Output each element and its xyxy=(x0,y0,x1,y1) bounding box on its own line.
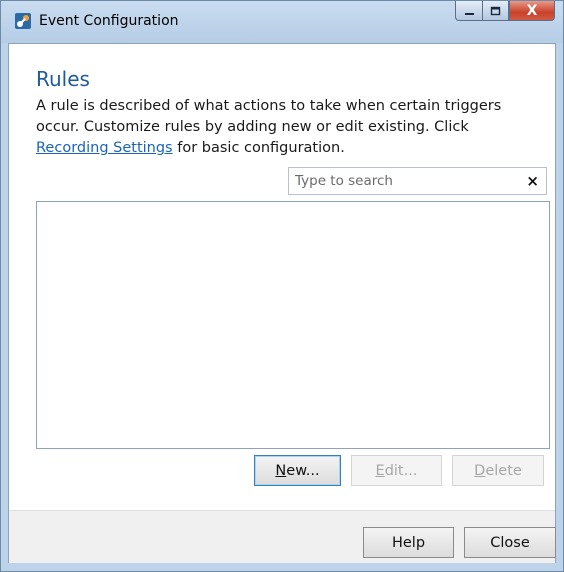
edit-label: dit... xyxy=(384,462,418,479)
rules-description: A rule is described of what actions to t… xyxy=(36,96,541,159)
help-button[interactable]: Help xyxy=(363,527,454,558)
maximize-icon xyxy=(490,1,501,20)
clear-icon[interactable]: × xyxy=(526,172,539,190)
search-box: × xyxy=(288,167,547,195)
delete-label: elete xyxy=(485,462,522,479)
description-text: A rule is described of what actions to t… xyxy=(36,98,502,135)
dialog-body: Rules A rule is described of what action… xyxy=(8,43,556,563)
close-window-button[interactable]: X xyxy=(509,1,555,21)
event-configuration-window: Event Configuration X Rules A rule is de… xyxy=(0,0,564,572)
rules-heading: Rules xyxy=(36,67,90,91)
title-bar[interactable]: Event Configuration X xyxy=(1,1,563,43)
new-label: ew... xyxy=(286,462,320,479)
maximize-button[interactable] xyxy=(482,1,509,21)
edit-mnemonic: E xyxy=(375,462,385,479)
window-title: Event Configuration xyxy=(39,13,179,29)
edit-rule-button[interactable]: Edit... xyxy=(351,455,442,486)
recording-settings-link[interactable]: Recording Settings xyxy=(36,140,173,156)
new-mnemonic: N xyxy=(275,462,287,479)
delete-rule-button[interactable]: Delete xyxy=(452,455,544,486)
app-icon xyxy=(15,13,31,29)
close-button[interactable]: Close xyxy=(464,527,556,558)
new-rule-button[interactable]: New... xyxy=(254,455,341,486)
search-input[interactable] xyxy=(289,168,529,194)
minimize-icon xyxy=(464,1,475,20)
delete-mnemonic: D xyxy=(474,462,486,479)
close-icon: X xyxy=(526,2,538,19)
minimize-button[interactable] xyxy=(455,1,482,21)
caption-buttons: X xyxy=(455,1,555,23)
rules-list[interactable] xyxy=(36,201,550,449)
description-text-end: for basic configuration. xyxy=(172,140,345,156)
